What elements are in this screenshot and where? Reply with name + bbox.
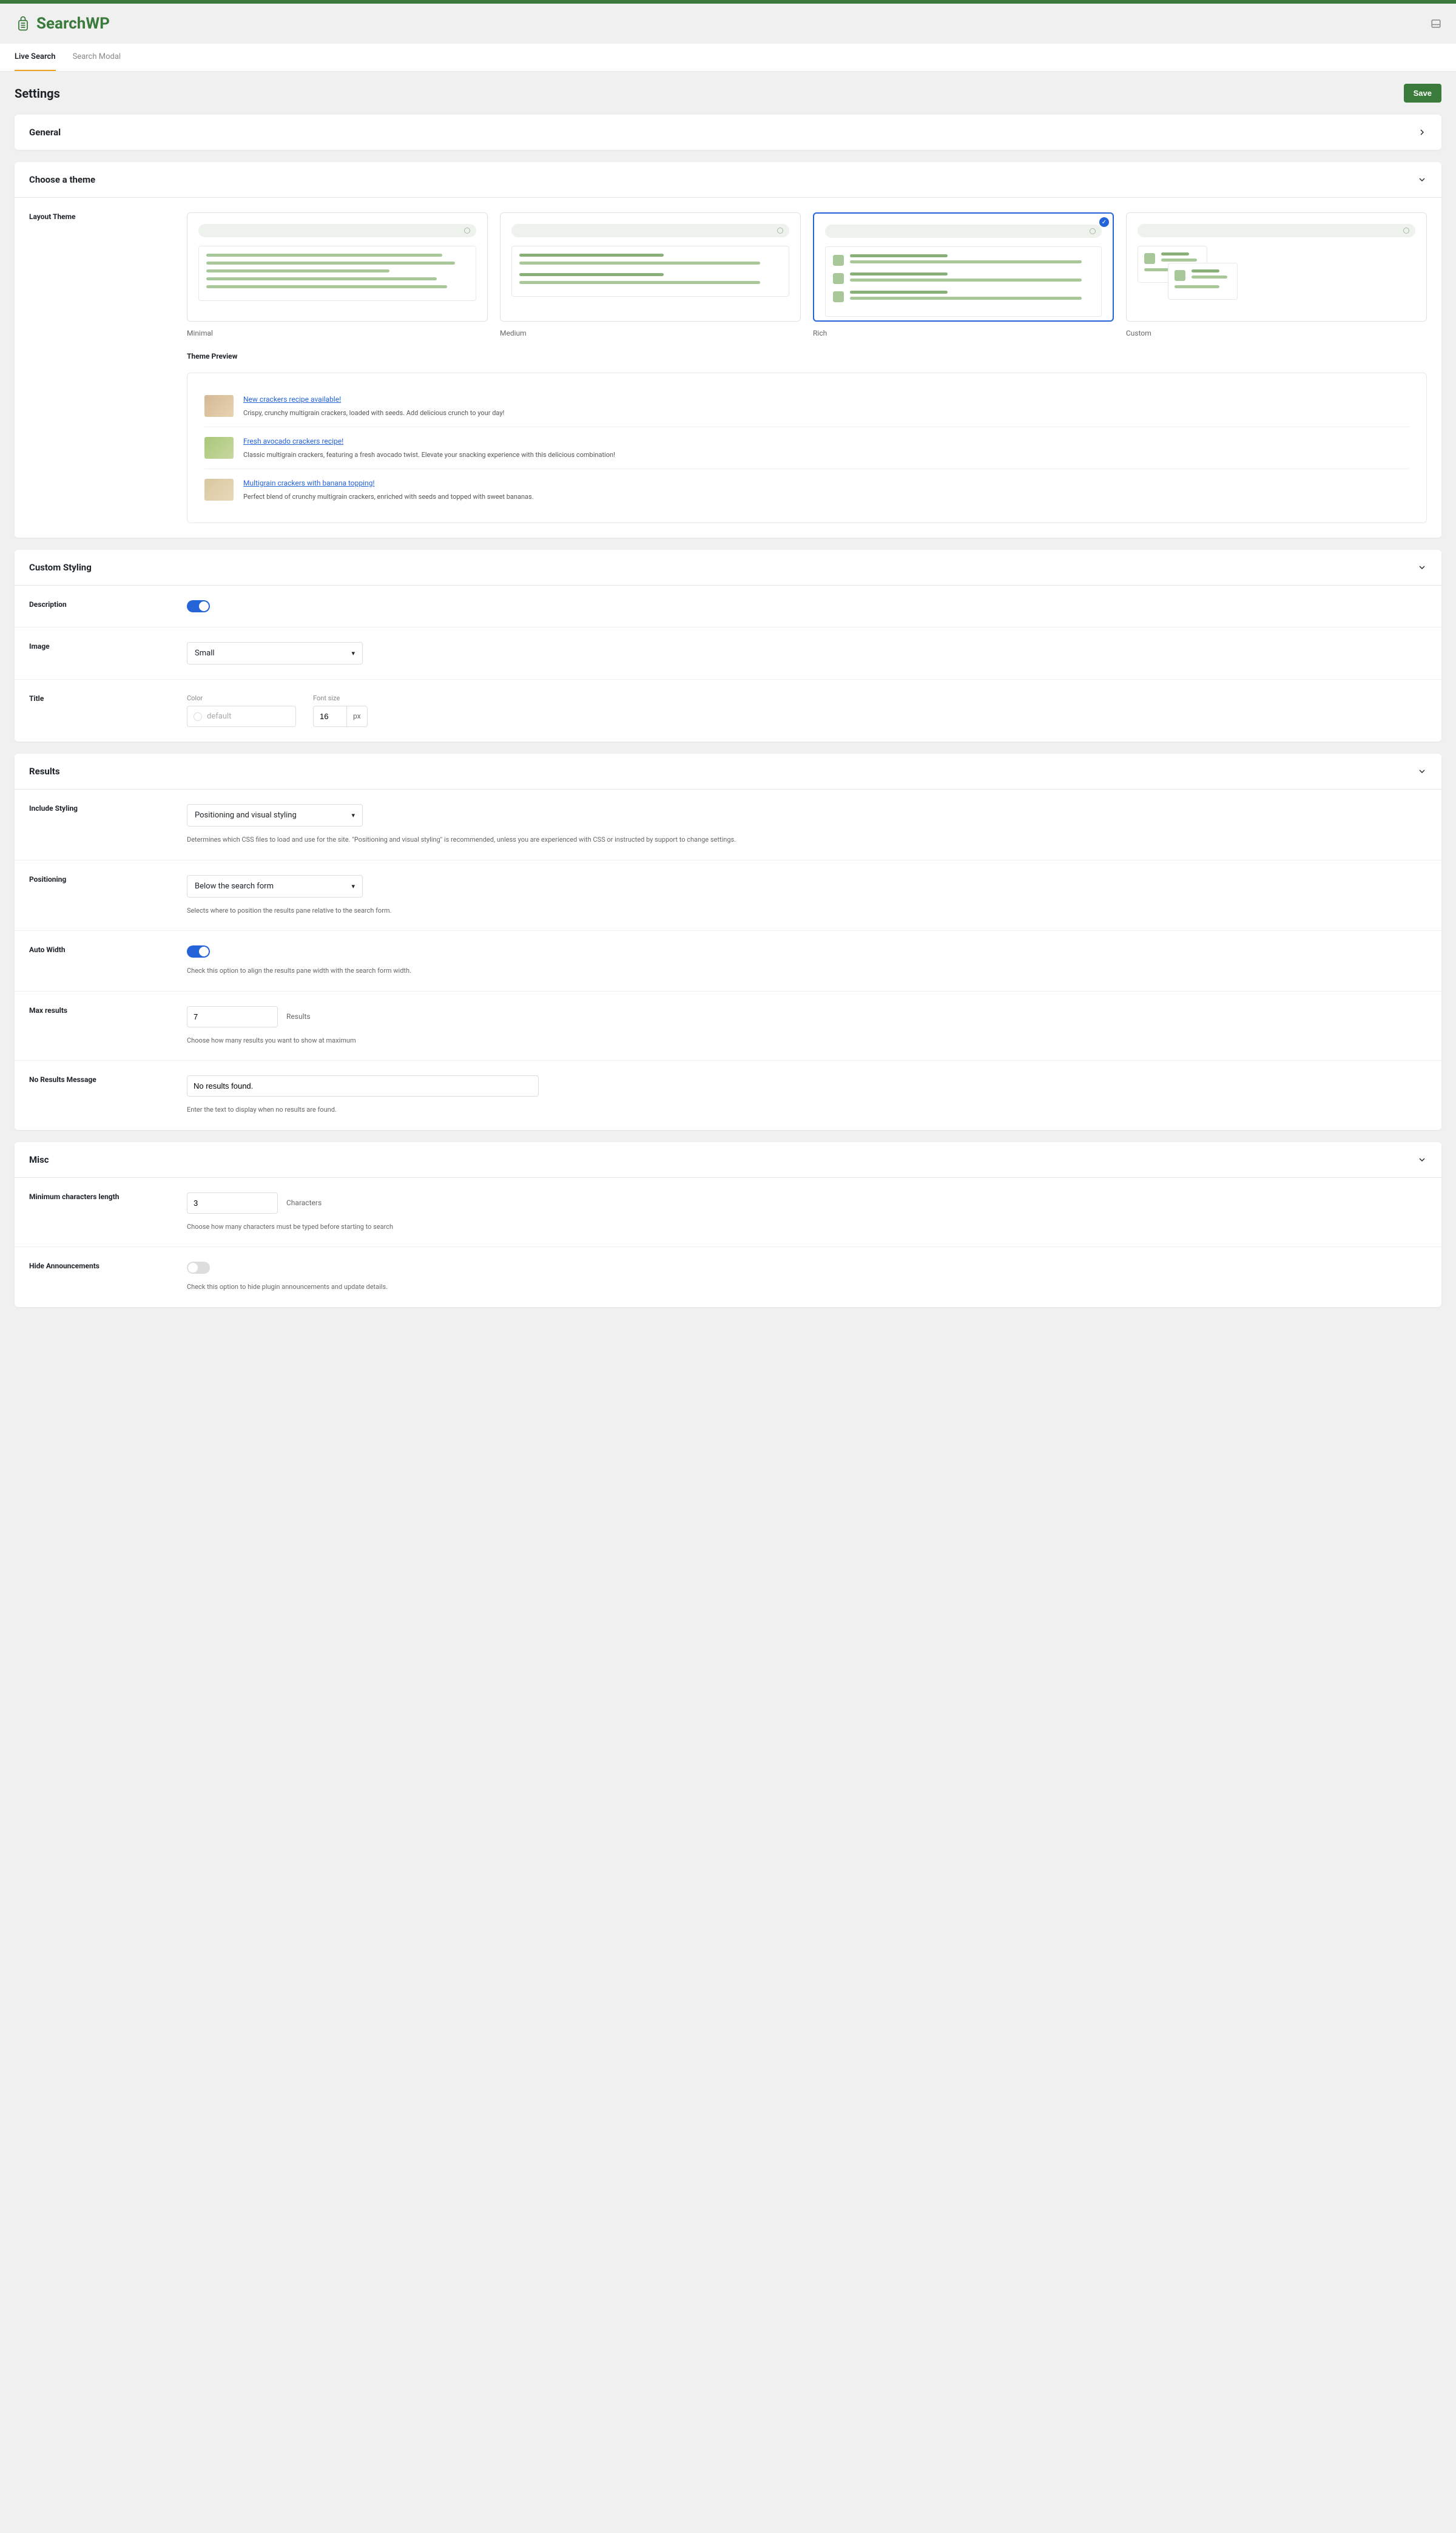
preview-thumb [204, 437, 234, 459]
hide-announcements-label: Hide Announcements [29, 1262, 187, 1293]
preview-result: Fresh avocado crackers recipe! Classic m… [204, 427, 1409, 469]
preview-thumb [204, 479, 234, 501]
theme-rich[interactable]: Rich [813, 212, 1114, 337]
description-label: Description [29, 600, 187, 612]
page-content: Settings Save General Choose a theme Lay… [0, 72, 1456, 1331]
save-button[interactable]: Save [1404, 84, 1441, 103]
theme-custom[interactable]: Custom [1126, 212, 1427, 337]
panel-theme-title: Choose a theme [29, 174, 95, 185]
preview-result: Multigrain crackers with banana topping!… [204, 469, 1409, 510]
preview-thumb [204, 395, 234, 417]
searchwp-logo-icon [15, 15, 32, 32]
preview-desc: Classic multigrain crackers, featuring a… [243, 451, 615, 459]
color-label: Color [187, 694, 296, 702]
include-styling-help: Determines which CSS files to load and u… [187, 835, 1427, 845]
panel-theme-body: Layout Theme Minimal [15, 197, 1441, 538]
preview-link[interactable]: New crackers recipe available! [243, 395, 341, 404]
image-select-value: Small [195, 649, 215, 658]
panel-custom-head[interactable]: Custom Styling [15, 550, 1441, 585]
minchars-label: Minimum characters length [29, 1192, 187, 1233]
check-icon [1099, 217, 1109, 227]
description-toggle[interactable] [187, 600, 210, 612]
color-placeholder: default [207, 712, 231, 721]
panel-custom-styling: Custom Styling Description Image Small T… [15, 550, 1441, 742]
theme-rich-label: Rich [813, 329, 1114, 337]
header: SearchWP [0, 4, 1456, 44]
image-select[interactable]: Small [187, 642, 363, 665]
panel-misc: Misc Minimum characters length Character… [15, 1142, 1441, 1307]
fontsize-input[interactable] [313, 706, 347, 727]
panel-general-head[interactable]: General [15, 115, 1441, 150]
preview-link[interactable]: Fresh avocado crackers recipe! [243, 437, 343, 445]
max-results-help: Choose how many results you want to show… [187, 1036, 1427, 1046]
preview-desc: Crispy, crunchy multigrain crackers, loa… [243, 409, 504, 417]
layout-theme-label: Layout Theme [29, 212, 187, 523]
preview-result: New crackers recipe available! Crispy, c… [204, 385, 1409, 427]
panel-results-head[interactable]: Results [15, 754, 1441, 789]
hide-announcements-toggle[interactable] [187, 1262, 210, 1274]
theme-medium[interactable]: Medium [500, 212, 801, 337]
noresults-help: Enter the text to display when no result… [187, 1105, 1427, 1115]
include-styling-label: Include Styling [29, 804, 187, 845]
theme-minimal[interactable]: Minimal [187, 212, 488, 337]
hide-announcements-help: Check this option to hide plugin announc… [187, 1282, 1427, 1293]
autowidth-label: Auto Width [29, 945, 187, 976]
panel-general-title: General [29, 127, 61, 138]
positioning-select[interactable]: Below the search form [187, 875, 363, 898]
autowidth-toggle[interactable] [187, 945, 210, 958]
chevron-down-icon [1417, 1155, 1427, 1165]
panel-results-title: Results [29, 766, 60, 777]
max-results-input[interactable] [187, 1006, 278, 1027]
tray-icon[interactable] [1431, 18, 1441, 29]
theme-preview-label: Theme Preview [187, 352, 1427, 360]
noresults-input[interactable] [187, 1075, 539, 1097]
preview-desc: Perfect blend of crunchy multigrain crac… [243, 493, 534, 501]
panel-theme: Choose a theme Layout Theme [15, 162, 1441, 538]
page-head: Settings Save [15, 84, 1441, 103]
color-swatch-icon [194, 712, 202, 721]
theme-minimal-label: Minimal [187, 329, 488, 337]
panel-misc-head[interactable]: Misc [15, 1142, 1441, 1177]
theme-medium-label: Medium [500, 329, 801, 337]
theme-preview: New crackers recipe available! Crispy, c… [187, 373, 1427, 523]
panel-theme-head[interactable]: Choose a theme [15, 162, 1441, 197]
minchars-input[interactable] [187, 1192, 278, 1214]
panel-custom-title: Custom Styling [29, 562, 92, 573]
chevron-down-icon [1417, 175, 1427, 184]
fontsize-unit: px [347, 706, 368, 727]
panel-misc-title: Misc [29, 1154, 49, 1165]
minchars-suffix: Characters [286, 1199, 322, 1207]
autowidth-help: Check this option to align the results p… [187, 966, 1427, 976]
logo-text: SearchWP [36, 15, 110, 33]
theme-options: Minimal Medium [187, 212, 1427, 337]
tab-search-modal[interactable]: Search Modal [73, 44, 121, 71]
positioning-label: Positioning [29, 875, 187, 916]
chevron-down-icon [1417, 766, 1427, 776]
theme-custom-label: Custom [1126, 329, 1427, 337]
positioning-help: Selects where to position the results pa… [187, 906, 1427, 916]
max-results-suffix: Results [286, 1012, 311, 1021]
title-label: Title [29, 694, 187, 727]
noresults-label: No Results Message [29, 1075, 187, 1115]
panel-general: General [15, 115, 1441, 150]
panel-results: Results Include Styling Positioning and … [15, 754, 1441, 1130]
include-styling-value: Positioning and visual styling [195, 811, 297, 820]
max-results-label: Max results [29, 1006, 187, 1046]
chevron-right-icon [1417, 127, 1427, 137]
tabs: Live Search Search Modal [0, 44, 1456, 72]
tab-live-search[interactable]: Live Search [15, 44, 56, 71]
positioning-value: Below the search form [195, 882, 274, 891]
include-styling-select[interactable]: Positioning and visual styling [187, 804, 363, 827]
page-title: Settings [15, 86, 60, 101]
fontsize-label: Font size [313, 694, 368, 702]
color-input[interactable]: default [187, 706, 296, 727]
logo: SearchWP [15, 15, 110, 33]
minchars-help: Choose how many characters must be typed… [187, 1222, 1427, 1233]
chevron-down-icon [1417, 563, 1427, 572]
preview-link[interactable]: Multigrain crackers with banana topping! [243, 479, 374, 487]
image-label: Image [29, 642, 187, 665]
